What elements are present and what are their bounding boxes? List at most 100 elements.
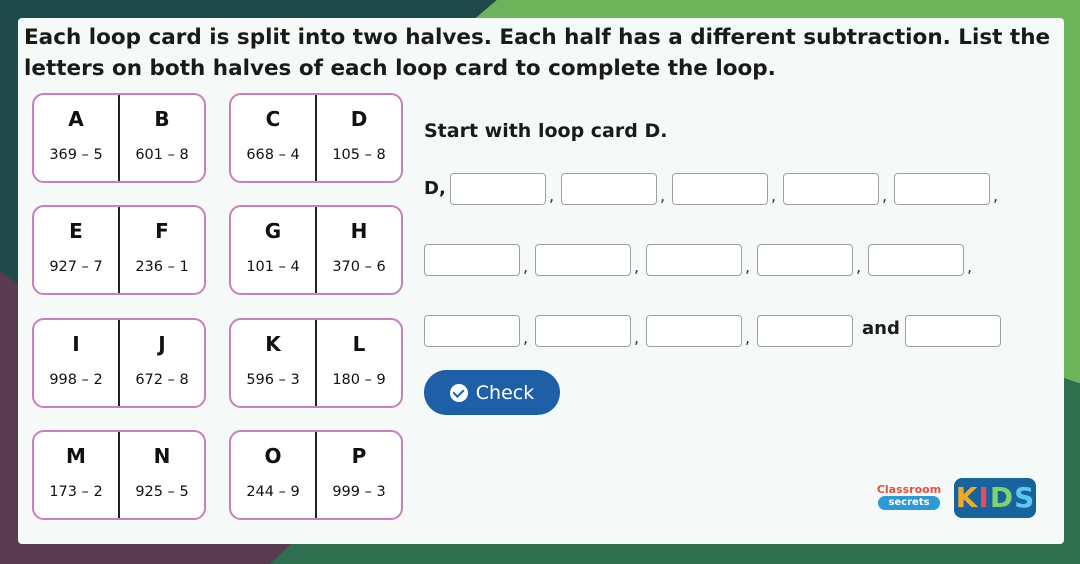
card-calc: 999 – 3 [332,484,386,500]
logo-kids-letter: D [989,481,1014,514]
loop-card-ij: I 998 – 2 J 672 – 8 [32,318,206,408]
card-calc: 370 – 6 [332,259,386,275]
loop-card-ab: A 369 – 5 B 601 – 8 [32,93,206,183]
card-half: I 998 – 2 [34,320,118,406]
card-half: N 925 – 5 [118,432,204,518]
comma-separator: , [771,186,777,205]
card-letter: L [352,332,366,356]
loop-card-kl: K 596 – 3 L 180 – 9 [229,318,403,408]
card-letter: C [265,107,281,131]
card-calc: 668 – 4 [246,147,300,163]
card-half: O 244 – 9 [231,432,315,518]
answer-box-3[interactable] [672,173,768,205]
card-half: G 101 – 4 [231,207,315,293]
card-letter: E [69,219,83,243]
question-panel: Each loop card is split into two halves.… [18,18,1064,544]
answer-box-7[interactable] [535,244,631,276]
answer-box-2[interactable] [561,173,657,205]
loop-card-cd: C 668 – 4 D 105 – 8 [229,93,403,183]
comma-separator: , [745,328,751,347]
card-letter: H [350,219,368,243]
answer-box-14[interactable] [757,315,853,347]
card-calc: 672 – 8 [135,372,189,388]
loop-card-mn: M 173 – 2 N 925 – 5 [32,430,206,520]
answer-box-5[interactable] [894,173,990,205]
card-letter: D [350,107,368,131]
loop-card-gh: G 101 – 4 H 370 – 6 [229,205,403,295]
card-half: C 668 – 4 [231,95,315,181]
comma-separator: , [634,328,640,347]
comma-separator: , [856,257,862,276]
comma-separator: , [882,186,888,205]
answer-box-1[interactable] [450,173,546,205]
check-button-label: Check [475,381,535,404]
card-calc: 101 – 4 [246,259,300,275]
card-half: D 105 – 8 [315,95,401,181]
logo-kids-letter: S [1014,481,1035,514]
answer-box-9[interactable] [757,244,853,276]
card-letter: M [66,444,86,468]
comma-separator: , [745,257,751,276]
answer-box-8[interactable] [646,244,742,276]
logo-secrets-text: secrets [878,496,940,510]
card-half: J 672 – 8 [118,320,204,406]
start-instruction: Start with loop card D. [424,120,668,142]
card-letter: O [264,444,282,468]
card-letter: A [68,107,84,131]
logo-kids-letter: K [955,481,978,514]
check-button[interactable]: Check [424,370,560,415]
logo-classroom-text: Classroom [876,483,942,496]
answer-box-13[interactable] [646,315,742,347]
comma-separator: , [967,257,973,276]
card-calc: 369 – 5 [49,147,103,163]
comma-separator: , [523,328,529,347]
card-letter: I [72,332,80,356]
card-calc: 244 – 9 [246,484,300,500]
comma-separator: , [523,257,529,276]
card-letter: B [154,107,170,131]
card-half: L 180 – 9 [315,320,401,406]
card-letter: K [265,332,281,356]
loop-card-op: O 244 – 9 P 999 – 3 [229,430,403,520]
card-half: H 370 – 6 [315,207,401,293]
card-half: K 596 – 3 [231,320,315,406]
answer-box-12[interactable] [535,315,631,347]
logo-kids-badge: K I D S [954,478,1036,518]
instruction-text: Each loop card is split into two halves.… [24,25,1051,81]
card-calc: 998 – 2 [49,372,103,388]
comma-separator: , [660,186,666,205]
answer-box-15[interactable] [905,315,1001,347]
start-label: D, [424,178,446,199]
card-letter: G [264,219,282,243]
comma-separator: , [634,257,640,276]
card-letter: F [155,219,169,243]
card-calc: 173 – 2 [49,484,103,500]
card-half: P 999 – 3 [315,432,401,518]
card-letter: J [158,332,166,356]
card-letter: N [153,444,171,468]
answer-box-11[interactable] [424,315,520,347]
answer-box-6[interactable] [424,244,520,276]
card-calc: 236 – 1 [135,259,189,275]
loop-card-ef: E 927 – 7 F 236 – 1 [32,205,206,295]
card-half: B 601 – 8 [118,95,204,181]
card-calc: 596 – 3 [246,372,300,388]
card-half: E 927 – 7 [34,207,118,293]
card-half: M 173 – 2 [34,432,118,518]
card-calc: 927 – 7 [49,259,103,275]
classroom-secrets-kids-logo: Classroom secrets K I D S [872,478,1040,522]
comma-separator: , [993,186,999,205]
card-calc: 180 – 9 [332,372,386,388]
and-label: and [862,318,900,339]
card-half: A 369 – 5 [34,95,118,181]
answer-box-4[interactable] [783,173,879,205]
card-calc: 105 – 8 [332,147,386,163]
check-circle-icon [449,383,468,402]
card-half: F 236 – 1 [118,207,204,293]
card-letter: P [351,444,367,468]
answer-box-10[interactable] [868,244,964,276]
comma-separator: , [549,186,555,205]
card-calc: 925 – 5 [135,484,189,500]
card-calc: 601 – 8 [135,147,189,163]
logo-kids-letter: I [978,481,989,514]
